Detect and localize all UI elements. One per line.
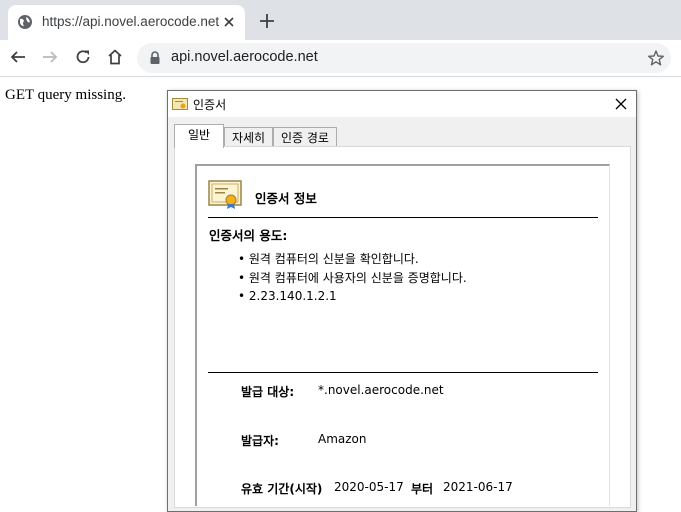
valid-to-value: 2021-06-17 — [443, 480, 513, 494]
dialog-titlebar[interactable]: 인증서 — [168, 91, 636, 117]
browser-toolbar: api.novel.aerocode.net — [0, 40, 681, 77]
validity-label: 유효 기간(시작) — [241, 482, 323, 496]
general-tab-panel: 인증서 정보 인증서의 용도: • 원격 컴퓨터의 신분을 확인합니다. • 원… — [174, 146, 631, 508]
issued-to-label: 발급 대상: — [241, 385, 295, 399]
purpose-heading: 인증서의 용도: — [209, 228, 288, 243]
issued-by-value: Amazon — [318, 432, 367, 446]
home-icon[interactable] — [106, 48, 124, 66]
bookmark-star-icon[interactable] — [647, 49, 665, 67]
certificate-dialog: 인증서 일반 자세히 인증 경로 인증서 정보 인증서의 용도: • 원격 컴퓨… — [167, 90, 637, 512]
new-tab-icon[interactable] — [258, 12, 276, 30]
lock-icon[interactable] — [149, 51, 161, 65]
address-bar[interactable]: api.novel.aerocode.net — [137, 43, 671, 73]
certificate-info-box: 인증서 정보 인증서의 용도: • 원격 컴퓨터의 신분을 확인합니다. • 원… — [195, 164, 610, 506]
purpose-item: • 2.23.140.1.2.1 — [238, 289, 337, 303]
dialog-close-icon[interactable] — [614, 97, 628, 111]
purpose-item: • 원격 컴퓨터의 신분을 확인합니다. — [238, 252, 419, 266]
validity-to-label: 부터 — [411, 482, 434, 496]
certificate-small-icon — [172, 98, 188, 110]
divider-top — [208, 217, 598, 218]
valid-from-value: 2020-05-17 — [334, 480, 404, 494]
tab-general[interactable]: 일반 — [174, 124, 224, 148]
certificate-icon — [208, 180, 242, 209]
divider-bottom — [208, 372, 598, 373]
tab-cert-path[interactable]: 인증 경로 — [273, 127, 337, 148]
dialog-title: 인증서 — [193, 98, 227, 112]
back-icon[interactable] — [9, 48, 27, 66]
page-body-text: GET query missing. — [5, 87, 126, 103]
url-text: api.novel.aerocode.net — [171, 49, 318, 65]
tab-details[interactable]: 자세히 — [224, 127, 273, 148]
forward-icon[interactable] — [41, 48, 59, 66]
reload-icon[interactable] — [74, 48, 92, 66]
close-tab-icon[interactable] — [222, 15, 236, 29]
globe-icon — [18, 15, 32, 29]
purpose-item: • 원격 컴퓨터에 사용자의 신분을 증명합니다. — [238, 271, 467, 285]
info-title: 인증서 정보 — [255, 191, 317, 206]
tab-title: https://api.novel.aerocode.net — [42, 14, 220, 29]
issued-by-label: 발급자: — [241, 434, 279, 448]
tab-strip: https://api.novel.aerocode.net — [0, 0, 681, 40]
issued-to-value: *.novel.aerocode.net — [318, 383, 444, 397]
browser-tab[interactable]: https://api.novel.aerocode.net — [8, 5, 245, 40]
